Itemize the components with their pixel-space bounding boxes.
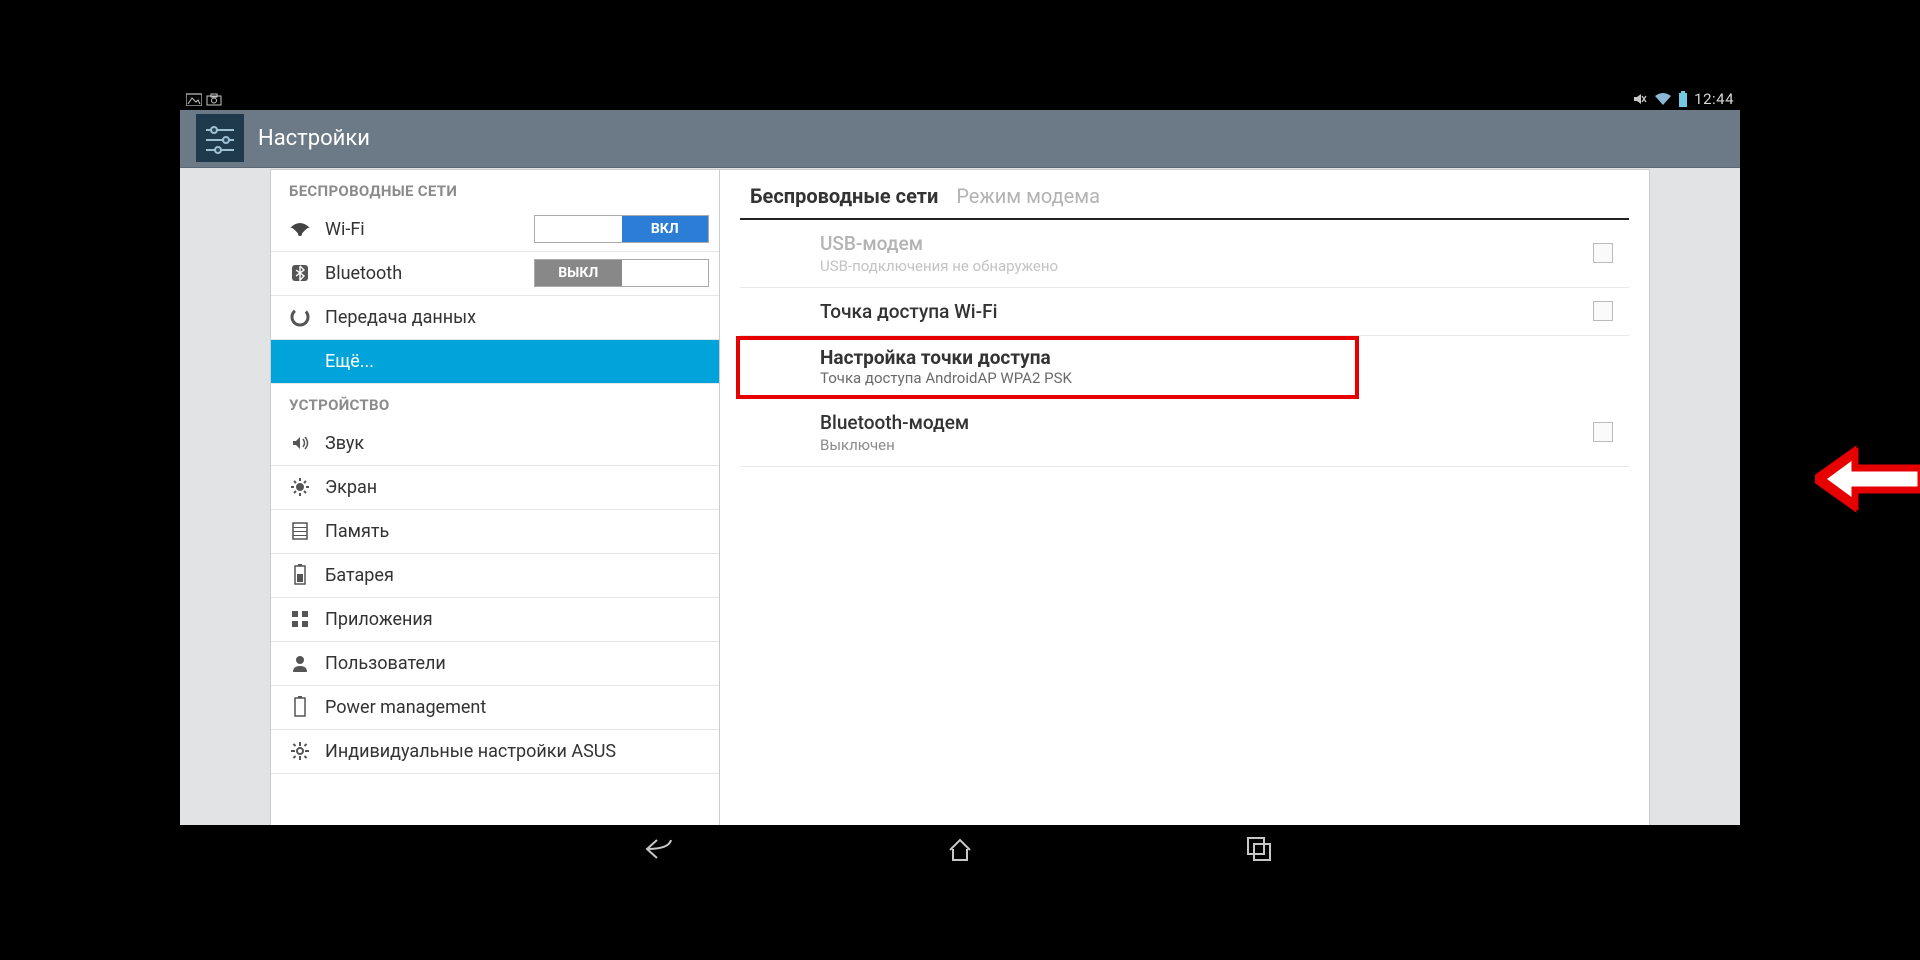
- gallery-icon: [186, 92, 202, 106]
- wifi-icon: [285, 220, 315, 238]
- sidebar-item-power[interactable]: Power management: [271, 686, 719, 730]
- sound-icon: [285, 433, 315, 453]
- wifi-icon: [1654, 92, 1672, 106]
- toggle-knob: [622, 260, 709, 286]
- header-title: Настройки: [258, 126, 370, 151]
- power-icon: [285, 696, 315, 718]
- recent-apps-button[interactable]: [1240, 829, 1280, 869]
- detail-bluetooth-modem[interactable]: Bluetooth-модем Выключен: [740, 399, 1629, 467]
- users-icon: [285, 653, 315, 673]
- title: Точка доступа Wi-Fi: [820, 300, 1593, 323]
- nav-bar: [180, 825, 1740, 873]
- main-panel: Беспроводные сети Режим модема USB-модем…: [720, 169, 1650, 873]
- status-bar: 12:44: [180, 88, 1740, 110]
- subtitle: Выключен: [820, 436, 1593, 454]
- subtitle: Точка доступа AndroidAP WPA2 PSK: [820, 369, 1339, 387]
- sidebar-item-storage[interactable]: Память: [271, 510, 719, 554]
- settings-header: Настройки: [180, 110, 1740, 168]
- sidebar: БЕСПРОВОДНЫЕ СЕТИ Wi-Fi ВКЛ Bluetooth ВЫ…: [270, 169, 720, 873]
- label: Bluetooth: [325, 263, 534, 284]
- storage-icon: [285, 521, 315, 541]
- breadcrumb-path: Режим модема: [956, 184, 1100, 208]
- detail-wifi-hotspot[interactable]: Точка доступа Wi-Fi: [740, 288, 1629, 336]
- label: Приложения: [325, 609, 709, 630]
- battery-icon: [285, 564, 315, 586]
- label: Звук: [325, 433, 709, 454]
- sidebar-item-bluetooth[interactable]: Bluetooth ВЫКЛ: [271, 252, 719, 296]
- sidebar-item-display[interactable]: Экран: [271, 466, 719, 510]
- status-left: [186, 92, 222, 106]
- checkbox[interactable]: [1593, 301, 1613, 321]
- title: USB-модем: [820, 232, 1593, 255]
- title: Bluetooth-модем: [820, 411, 1593, 434]
- sidebar-item-battery[interactable]: Батарея: [271, 554, 719, 598]
- wifi-toggle[interactable]: ВКЛ: [534, 215, 709, 243]
- clock: 12:44: [1694, 90, 1734, 108]
- label: Ещё...: [325, 351, 709, 372]
- display-icon: [285, 477, 315, 497]
- main-inner: Беспроводные сети Режим модема USB-модем…: [740, 170, 1629, 467]
- annotation-arrow: [1815, 444, 1920, 514]
- toggle-state: ВКЛ: [622, 216, 709, 242]
- gear-icon: [285, 741, 315, 761]
- sidebar-item-users[interactable]: Пользователи: [271, 642, 719, 686]
- toggle-knob: [535, 216, 622, 242]
- mute-icon: [1632, 91, 1648, 107]
- checkbox[interactable]: [1593, 422, 1613, 442]
- back-button[interactable]: [640, 829, 680, 869]
- label: Пользователи: [325, 653, 709, 674]
- title: Настройка точки доступа: [820, 346, 1339, 369]
- breadcrumb-current: Беспроводные сети: [750, 184, 938, 208]
- sidebar-item-sound[interactable]: Звук: [271, 422, 719, 466]
- label: Wi-Fi: [325, 219, 534, 240]
- sidebar-item-data-usage[interactable]: Передача данных: [271, 296, 719, 340]
- sidebar-item-apps[interactable]: Приложения: [271, 598, 719, 642]
- camera-icon: [206, 92, 222, 106]
- checkbox: [1593, 243, 1613, 263]
- sidebar-item-asus[interactable]: Индивидуальные настройки ASUS: [271, 730, 719, 774]
- device-frame: 12:44 Настройки БЕСПРОВОДНЫЕ СЕТИ Wi-Fi …: [180, 88, 1740, 873]
- detail-usb-modem: USB-модем USB-подключения не обнаружено: [740, 220, 1629, 288]
- status-right: 12:44: [1632, 90, 1734, 108]
- toggle-state: ВЫКЛ: [535, 260, 622, 286]
- label: Индивидуальные настройки ASUS: [325, 741, 709, 762]
- data-usage-icon: [285, 307, 315, 327]
- label: Батарея: [325, 565, 709, 586]
- apps-icon: [285, 609, 315, 629]
- battery-icon: [1678, 91, 1688, 107]
- bluetooth-icon: [285, 263, 315, 283]
- label: Power management: [325, 697, 709, 718]
- section-device: УСТРОЙСТВО: [271, 384, 719, 422]
- home-button[interactable]: [940, 829, 980, 869]
- sidebar-item-more[interactable]: Ещё...: [271, 340, 719, 384]
- content: БЕСПРОВОДНЫЕ СЕТИ Wi-Fi ВКЛ Bluetooth ВЫ…: [180, 168, 1740, 873]
- breadcrumb: Беспроводные сети Режим модема: [740, 170, 1629, 220]
- settings-app-icon: [196, 114, 244, 162]
- bluetooth-toggle[interactable]: ВЫКЛ: [534, 259, 709, 287]
- detail-hotspot-config[interactable]: Настройка точки доступа Точка доступа An…: [736, 336, 1359, 399]
- label: Память: [325, 521, 709, 542]
- subtitle: USB-подключения не обнаружено: [820, 257, 1593, 275]
- label: Экран: [325, 477, 709, 498]
- label: Передача данных: [325, 307, 709, 328]
- sidebar-item-wifi[interactable]: Wi-Fi ВКЛ: [271, 208, 719, 252]
- section-wireless: БЕСПРОВОДНЫЕ СЕТИ: [271, 170, 719, 208]
